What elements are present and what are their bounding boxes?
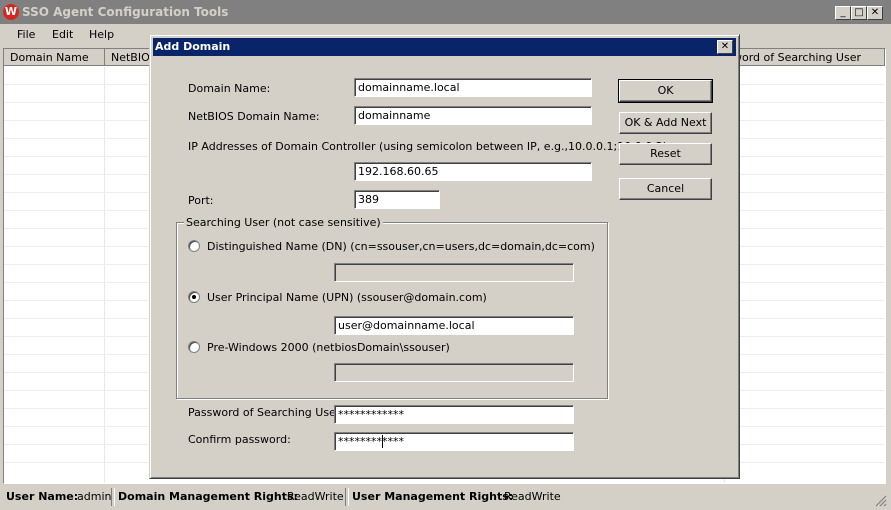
confirm-password-label: Confirm password:: [188, 433, 291, 446]
radio-selected-dot: [192, 295, 196, 299]
prewin-radio[interactable]: [188, 341, 200, 353]
dn-field: [334, 263, 574, 282]
menu-file[interactable]: File: [17, 28, 35, 41]
netbios-label: NetBIOS Domain Name:: [188, 110, 320, 123]
text-caret: [382, 435, 383, 448]
port-field[interactable]: 389: [354, 190, 440, 209]
user-rights-label: User Management Rights:: [352, 490, 514, 503]
menu-help[interactable]: Help: [89, 28, 114, 41]
dialog-title-bar[interactable]: Add Domain ✕: [153, 38, 736, 56]
cancel-button[interactable]: Cancel: [619, 178, 712, 200]
status-separator: [345, 488, 349, 506]
upn-radio[interactable]: [188, 291, 200, 303]
upn-field[interactable]: user@domainname.local: [334, 316, 574, 335]
dialog-close-button[interactable]: ✕: [717, 40, 733, 54]
user-rights-value: ReadWrite: [504, 490, 561, 503]
menu-edit[interactable]: Edit: [52, 28, 73, 41]
domain-rights-value: ReadWrite: [287, 490, 344, 503]
main-title-bar: W SSO Agent Configuration Tools _ □ ✕: [0, 0, 891, 24]
searching-user-group-label: Searching User (not case sensitive): [184, 216, 383, 229]
upn-label[interactable]: User Principal Name (UPN) (ssouser@domai…: [207, 291, 487, 304]
column-header-password[interactable]: word of Searching User: [725, 49, 885, 66]
maximize-button[interactable]: □: [851, 6, 867, 20]
ok-add-next-button[interactable]: OK & Add Next: [619, 112, 712, 134]
status-bar: User Name: admin Domain Management Right…: [0, 485, 891, 510]
port-label: Port:: [188, 194, 214, 207]
window-title: SSO Agent Configuration Tools: [22, 5, 229, 19]
ip-addresses-field[interactable]: 192.168.60.65: [354, 162, 592, 181]
confirm-password-value: ************: [338, 435, 404, 448]
grid-line: [104, 67, 105, 483]
user-name-label: User Name:: [6, 490, 79, 503]
dn-label[interactable]: Distinguished Name (DN) (cn=ssouser,cn=u…: [207, 240, 595, 253]
minimize-button[interactable]: _: [835, 6, 851, 20]
confirm-password-field[interactable]: ************: [334, 432, 574, 451]
password-field[interactable]: ************: [334, 405, 574, 424]
prewin-field: [334, 363, 574, 382]
ok-button[interactable]: OK: [618, 79, 713, 103]
domain-name-field[interactable]: domainname.local: [354, 78, 592, 97]
app-logo-icon: W: [3, 4, 19, 20]
close-window-button[interactable]: ✕: [867, 6, 883, 20]
dialog-title: Add Domain: [155, 40, 231, 53]
domain-rights-label: Domain Management Rights:: [118, 490, 298, 503]
status-separator: [111, 488, 115, 506]
dn-radio[interactable]: [188, 240, 200, 252]
ip-addresses-label: IP Addresses of Domain Controller (using…: [188, 140, 671, 153]
netbios-field[interactable]: domainname: [354, 106, 592, 125]
prewin-label[interactable]: Pre-Windows 2000 (netbiosDomain\ssouser): [207, 341, 450, 354]
user-name-value: admin: [77, 490, 112, 503]
password-label: Password of Searching User:: [188, 406, 344, 419]
add-domain-dialog: Add Domain ✕ Domain Name: domainname.loc…: [149, 34, 740, 479]
column-header-domain-name[interactable]: Domain Name: [4, 49, 105, 66]
reset-button[interactable]: Reset: [619, 143, 712, 165]
resize-grip-icon[interactable]: [873, 493, 887, 507]
domain-name-label: Domain Name:: [188, 82, 271, 95]
